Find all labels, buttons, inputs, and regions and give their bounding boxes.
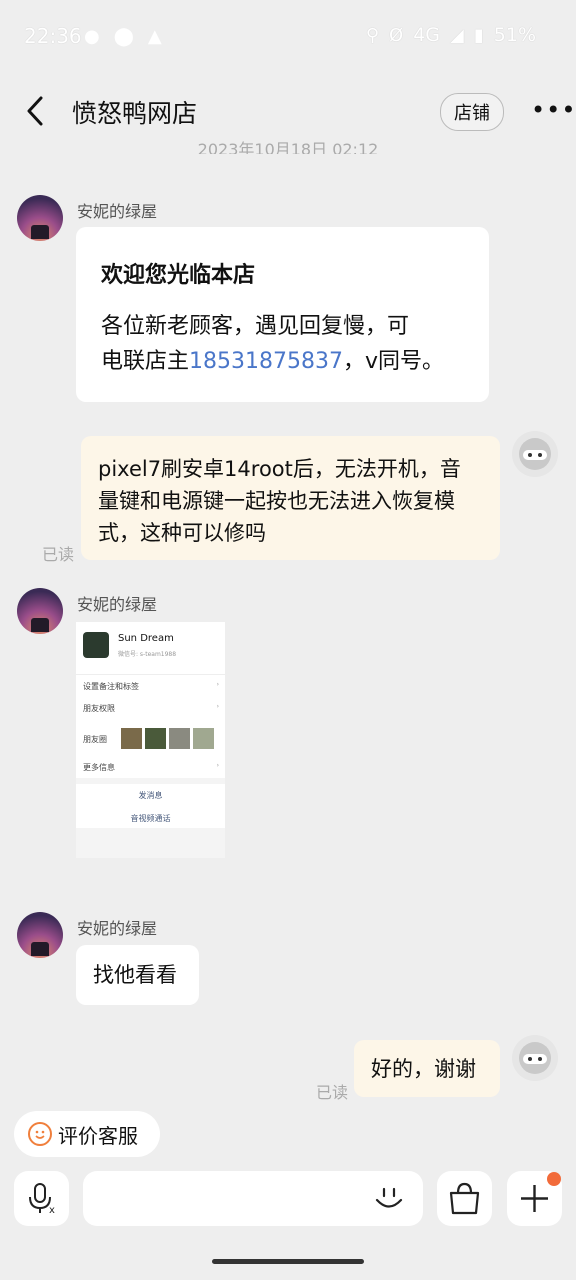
reply-text: 找他看看 (93, 963, 177, 987)
welcome-line2-prefix: 电联店主 (101, 349, 190, 374)
voice-input-button[interactable]: x (14, 1171, 69, 1226)
chat-notification-icon: ● (84, 26, 100, 47)
message-timestamp: 2023年10月18日 02:12 (197, 140, 379, 154)
signal-icon: ◢ (450, 24, 464, 46)
svg-text:x: x (49, 1205, 55, 1216)
welcome-title: 欢迎您光临本店 (101, 263, 256, 288)
question-line3: 式，这种可以修吗 (98, 521, 266, 545)
question-line1: pixel7刷安卓14root后，无法开机，音 (98, 457, 461, 481)
action-message: 发消息 (138, 791, 163, 800)
contact-avatar (83, 632, 109, 658)
circle-notification-icon: ⬤ (113, 26, 134, 47)
sender-name: 安妮的绿屋 (77, 919, 158, 938)
shopping-bag-button[interactable] (437, 1171, 492, 1226)
welcome-line1: 各位新老顾客，遇见回复慢，可 (101, 314, 410, 339)
welcome-line2-suffix: ，v同号。 (342, 349, 445, 374)
status-time: 22:36 (24, 24, 82, 48)
more-menu-icon[interactable]: ••• (531, 96, 576, 124)
row-permission: 朋友权限 (83, 704, 115, 713)
shop-avatar[interactable] (17, 588, 63, 634)
back-arrow-icon (27, 96, 43, 126)
microphone-icon: x (29, 1183, 55, 1216)
moment-photo (121, 728, 142, 749)
moment-photo (169, 728, 190, 749)
sender-name: 安妮的绿屋 (77, 595, 158, 614)
screenshot-image[interactable]: Sun Dream 微信号: s-team1988 设置备注和标签 › 朋友权限… (76, 622, 225, 858)
shopping-bag-icon (449, 1182, 480, 1215)
thanks-message[interactable]: 好的，谢谢 (354, 1040, 500, 1097)
chevron-right-icon: › (216, 762, 219, 769)
home-indicator[interactable] (212, 1259, 364, 1264)
read-receipt: 已读 (316, 1083, 349, 1102)
key-icon: ⚲ (365, 24, 380, 46)
sender-name: 安妮的绿屋 (77, 202, 158, 221)
welcome-message[interactable]: 欢迎您光临本店 各位新老顾客，遇见回复慢，可 电联店主18531875837，v… (76, 227, 489, 402)
shop-avatar[interactable] (17, 912, 63, 958)
question-line2: 量键和电源键一起按也无法进入恢复模 (98, 489, 455, 513)
reply-message[interactable]: 找他看看 (76, 945, 199, 1005)
notification-icons: ● ⬤ ▲ (84, 26, 162, 47)
moments-card: 朋友圈 更多信息 › (76, 722, 225, 778)
user-avatar-icon (519, 1042, 551, 1074)
mute-icon: Ø (389, 24, 404, 46)
action-call: 音视频通话 (130, 814, 171, 823)
contact-wechat-id: 微信号: s-team1988 (118, 651, 177, 658)
chevron-right-icon: › (216, 703, 219, 710)
read-receipt: 已读 (42, 545, 75, 564)
shop-button[interactable]: 店铺 (440, 93, 504, 131)
rate-service-button[interactable]: 评价客服 (14, 1111, 160, 1157)
phone-link[interactable]: 18531875837 (189, 349, 343, 374)
network-label: 4G (413, 24, 441, 46)
message-input[interactable] (83, 1171, 423, 1226)
smile-icon (28, 1122, 52, 1146)
moment-photo (193, 728, 214, 749)
back-button[interactable] (22, 94, 52, 128)
user-avatar[interactable] (512, 431, 558, 477)
page-title: 愤怒鸭网店 (72, 99, 198, 128)
rate-service-label: 评价客服 (58, 1123, 138, 1148)
user-avatar-icon (519, 438, 551, 470)
notification-dot (547, 1172, 561, 1186)
chevron-right-icon: › (216, 681, 219, 688)
shop-avatar[interactable] (17, 195, 63, 241)
emoji-icon[interactable] (373, 1183, 405, 1215)
profile-card: Sun Dream 微信号: s-team1988 (76, 622, 225, 674)
cat-notification-icon: ▲ (147, 26, 162, 47)
question-message[interactable]: pixel7刷安卓14root后，无法开机，音 量键和电源键一起按也无法进入恢复… (81, 436, 500, 560)
battery-icon: ▮ (473, 24, 484, 46)
row-remark: 设置备注和标签 (83, 682, 139, 691)
battery-level: 51% (493, 24, 536, 46)
user-avatar[interactable] (512, 1035, 558, 1081)
thanks-text: 好的，谢谢 (371, 1057, 476, 1081)
row-moments: 朋友圈 (83, 735, 107, 744)
contact-name: Sun Dream (118, 633, 174, 644)
row-more-info: 更多信息 (83, 763, 115, 772)
actions-card: 发消息 音视频通话 (76, 784, 225, 828)
welcome-line2: 电联店主18531875837，v同号。 (101, 344, 444, 379)
status-bar: 22:36 ● ⬤ ▲ ⚲ Ø 4G ◢ ▮ 51% (0, 0, 576, 72)
moment-photo (145, 728, 166, 749)
status-right: ⚲ Ø 4G ◢ ▮ 51% (366, 24, 536, 46)
